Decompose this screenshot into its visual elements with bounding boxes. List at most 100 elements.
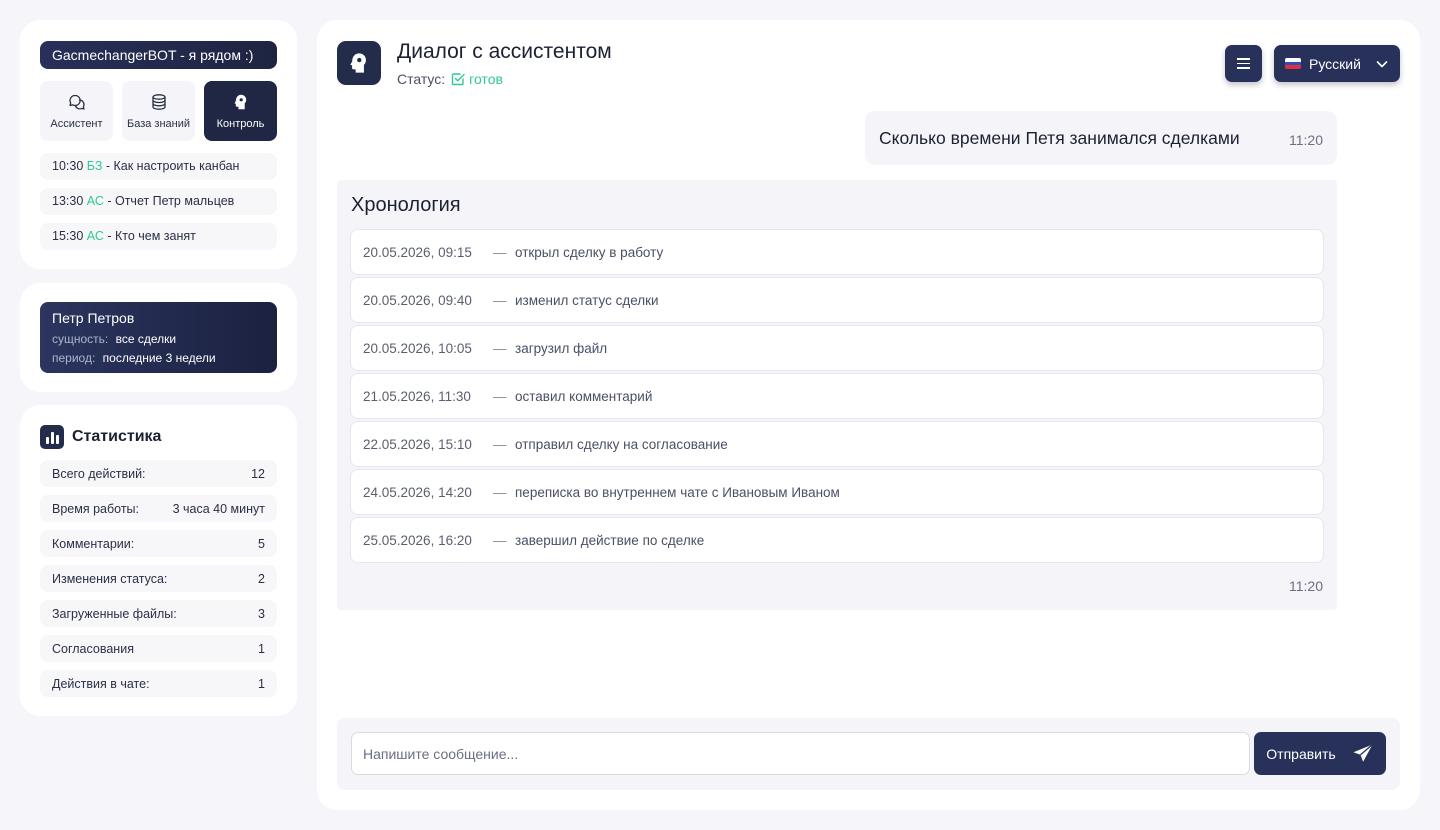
- stat-row: Действия в чате: 1: [40, 670, 277, 697]
- stat-label: Изменения статуса:: [52, 571, 168, 586]
- stat-row: Комментарии: 5: [40, 530, 277, 557]
- status-value: готов: [469, 71, 503, 87]
- stat-label: Согласования: [52, 641, 134, 656]
- message-input[interactable]: [351, 732, 1250, 775]
- chat-bubbles-icon: [68, 94, 85, 110]
- message-composer: Отправить: [337, 718, 1400, 790]
- stat-row: Время работы: 3 часа 40 минут: [40, 495, 277, 522]
- assistant-avatar: [337, 41, 381, 85]
- chronology-title: Хронология: [351, 194, 461, 216]
- profile-period: период: последние 3 недели: [52, 349, 265, 368]
- assistant-message-time: 11:20: [1289, 578, 1323, 594]
- chat-panel: Диалог с ассистентом Статус: готов Русск…: [317, 20, 1420, 810]
- event-text: оставил комментарий: [515, 388, 653, 404]
- history-item[interactable]: 15:30 АС - Кто чем занят: [40, 223, 277, 250]
- stats-list: Всего действий: 12 Время работы: 3 часа 40…: [40, 460, 277, 705]
- stat-value: 1: [258, 676, 265, 691]
- event-text: завершил действие по сделке: [515, 532, 705, 548]
- user-message-time: 11:20: [1289, 132, 1323, 148]
- stats-title: Статистика: [72, 428, 162, 445]
- tab-knowledge-base[interactable]: База знаний: [122, 81, 195, 141]
- send-button[interactable]: Отправить: [1254, 732, 1386, 775]
- event-dash: —: [493, 532, 507, 548]
- event-row: 22.05.2026, 15:10 — отправил сделку на сог…: [350, 421, 1324, 467]
- event-text: отправил сделку на согласование: [515, 436, 728, 452]
- event-date: 20.05.2026, 10:05: [363, 340, 472, 356]
- event-text: переписка во внутреннем чате с Ивановым …: [515, 484, 840, 500]
- history-tag: АС: [86, 229, 104, 243]
- event-dash: —: [493, 388, 507, 404]
- history-text: - Кто чем занят: [107, 229, 196, 243]
- event-date: 20.05.2026, 09:40: [363, 292, 472, 308]
- history-time: 10:30: [52, 159, 84, 173]
- entity-value: все сделки: [115, 332, 177, 346]
- event-text: открыл сделку в работу: [515, 244, 664, 260]
- stat-row: Согласования 1: [40, 635, 277, 662]
- event-row: 20.05.2026, 10:05 — загрузил файл: [350, 325, 1324, 371]
- history-time: 13:30: [52, 194, 84, 208]
- history-text: - Как настроить канбан: [105, 159, 240, 173]
- stat-row: Изменения статуса: 2: [40, 565, 277, 592]
- status-row: Статус: готов: [397, 71, 503, 87]
- head-icon: [234, 94, 246, 109]
- language-label: Русский: [1309, 55, 1361, 72]
- event-date: 21.05.2026, 11:30: [363, 388, 471, 404]
- stat-label: Всего действий:: [52, 466, 146, 481]
- chevron-down-icon: [1376, 60, 1388, 67]
- history-list: 10:30 БЗ - Как настроить канбан 13:30 АС…: [40, 153, 277, 258]
- event-date: 25.05.2026, 16:20: [363, 532, 472, 548]
- tab-control-label: Контроль: [216, 117, 265, 130]
- event-date: 24.05.2026, 14:20: [363, 484, 472, 500]
- send-icon: [1353, 743, 1373, 762]
- tab-assistant-label: Ассистент: [50, 117, 103, 130]
- statistics-panel: Статистика Всего действий: 12 Время работ…: [20, 405, 297, 716]
- stat-label: Комментарии:: [52, 536, 135, 551]
- event-date: 20.05.2026, 09:15: [363, 244, 472, 260]
- bot-banner: GacmechangerBOT - я рядом :): [40, 41, 277, 69]
- stat-value: 12: [251, 466, 265, 481]
- history-item[interactable]: 13:30 АС - Отчет Петр мальцев: [40, 188, 277, 215]
- russia-flag-icon: [1285, 58, 1301, 69]
- event-dash: —: [493, 244, 507, 260]
- event-dash: —: [493, 292, 507, 308]
- stat-value: 1: [258, 641, 265, 656]
- event-row: 20.05.2026, 09:15 — открыл сделку в работу: [350, 229, 1324, 275]
- assistant-message: Хронология 20.05.2026, 09:15 — открыл сдел…: [337, 180, 1337, 610]
- database-icon: [151, 93, 166, 110]
- menu-button[interactable]: [1225, 45, 1262, 82]
- history-tag: БЗ: [86, 159, 103, 173]
- user-message-text: Сколько времени Петя занимался сделками: [879, 127, 1240, 148]
- stat-value: 3 часа 40 минут: [172, 501, 265, 516]
- stat-label: Действия в чате:: [52, 676, 150, 691]
- tab-knowledge-base-label: База знаний: [126, 117, 191, 130]
- event-row: 25.05.2026, 16:20 — завершил действие по с…: [350, 517, 1324, 563]
- tab-control[interactable]: Контроль: [204, 81, 277, 141]
- stat-value: 2: [258, 571, 265, 586]
- language-select[interactable]: Русский: [1274, 45, 1400, 82]
- profile-panel: Петр Петров сущность: все сделки период:…: [20, 283, 297, 392]
- chat-title: Диалог с ассистентом: [397, 40, 612, 63]
- tab-assistant[interactable]: Ассистент: [40, 81, 113, 141]
- profile-name: Петр Петров: [52, 310, 135, 326]
- head-icon: [350, 53, 366, 73]
- event-dash: —: [493, 340, 507, 356]
- send-button-label: Отправить: [1266, 745, 1336, 762]
- stat-value: 5: [258, 536, 265, 551]
- status-label: Статус:: [397, 71, 446, 87]
- mode-tabs: Ассистент База знаний Контроль: [40, 81, 277, 141]
- status-badge: готов: [451, 71, 503, 87]
- event-row: 21.05.2026, 11:30 — оставил комментарий: [350, 373, 1324, 419]
- stat-value: 3: [258, 606, 265, 621]
- event-text: изменил статус сделки: [515, 292, 659, 308]
- hamburger-icon: [1237, 58, 1250, 60]
- event-text: загрузил файл: [515, 340, 608, 356]
- user-message: Сколько времени Петя занимался сделками …: [865, 111, 1337, 165]
- check-square-icon: [451, 73, 465, 86]
- stat-row: Всего действий: 12: [40, 460, 277, 487]
- stat-label: Время работы:: [52, 501, 139, 516]
- stat-label: Загруженные файлы:: [52, 606, 177, 621]
- history-item[interactable]: 10:30 БЗ - Как настроить канбан: [40, 153, 277, 180]
- event-dash: —: [493, 436, 507, 452]
- history-tag: АС: [86, 194, 104, 208]
- event-dash: —: [493, 484, 507, 500]
